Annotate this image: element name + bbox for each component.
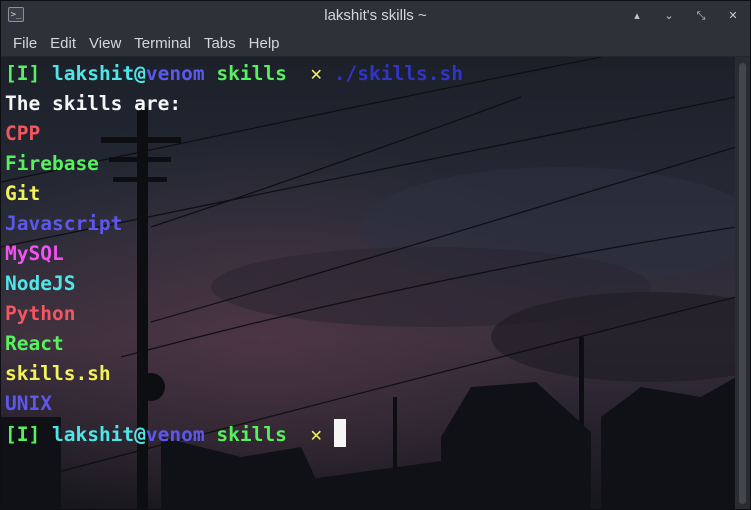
shade-icon[interactable]: ▴ <box>630 9 644 23</box>
skill-item-mysql: MySQL <box>5 242 64 265</box>
skill-item-cpp: CPP <box>5 122 41 145</box>
prompt-line-1: [I] lakshit@venom skills ✕ ./skills.sh <box>5 59 463 89</box>
maximize-icon[interactable]: ⤡ <box>694 9 708 23</box>
title-bar[interactable]: >_ lakshit's skills ~ ▴ ⌄ ⤡ ✕ <box>1 1 750 30</box>
menu-terminal[interactable]: Terminal <box>128 35 197 52</box>
mode-indicator: [I] <box>5 62 41 85</box>
window-title: lakshit's skills ~ <box>324 7 427 24</box>
skill-item-unix: UNIX <box>5 392 52 415</box>
skill-item-git: Git <box>5 182 41 205</box>
prompt-at: @ <box>134 62 146 85</box>
vertical-scrollbar[interactable] <box>735 57 750 509</box>
skill-item-skills-sh: skills.sh <box>5 362 111 385</box>
text-cursor <box>333 419 346 447</box>
menu-tabs[interactable]: Tabs <box>198 35 242 52</box>
skill-item-python: Python <box>5 302 76 325</box>
menu-edit[interactable]: Edit <box>44 35 82 52</box>
output-header: The skills are: <box>5 92 182 115</box>
prompt-user: lakshit <box>51 423 135 446</box>
terminal-app-icon[interactable]: >_ <box>8 7 24 22</box>
skill-item-javascript: Javascript <box>5 212 123 235</box>
terminal-window: >_ lakshit's skills ~ ▴ ⌄ ⤡ ✕ File Edit … <box>0 0 751 510</box>
prompt-user: lakshit <box>51 62 135 85</box>
menu-bar: File Edit View Terminal Tabs Help <box>1 30 750 57</box>
prompt-at: @ <box>134 423 146 446</box>
prompt-host: venom <box>145 423 205 446</box>
terminal-area[interactable]: [I] lakshit@venom skills ✕ ./skills.sh T… <box>1 57 736 509</box>
mode-indicator: [I] <box>5 423 41 446</box>
minimize-icon[interactable]: ⌄ <box>662 9 676 23</box>
close-icon[interactable]: ✕ <box>726 9 740 23</box>
prompt-symbol: ✕ <box>310 423 323 446</box>
prompt-dir: skills <box>216 423 287 446</box>
command-text: ./skills.sh <box>333 62 463 85</box>
prompt-dir: skills <box>216 62 287 85</box>
prompt-symbol: ✕ <box>310 62 323 85</box>
menu-help[interactable]: Help <box>243 35 286 52</box>
menu-view[interactable]: View <box>83 35 127 52</box>
skill-item-nodejs: NodeJS <box>5 272 76 295</box>
menu-file[interactable]: File <box>7 35 43 52</box>
terminal-output: [I] lakshit@venom skills ✕ ./skills.sh T… <box>5 59 463 449</box>
window-controls: ▴ ⌄ ⤡ ✕ <box>630 1 740 30</box>
skill-item-firebase: Firebase <box>5 152 99 175</box>
scrollbar-thumb[interactable] <box>739 63 746 504</box>
skill-item-react: React <box>5 332 64 355</box>
prompt-host: venom <box>145 62 205 85</box>
prompt-line-2: [I] lakshit@venom skills ✕ <box>5 419 463 449</box>
